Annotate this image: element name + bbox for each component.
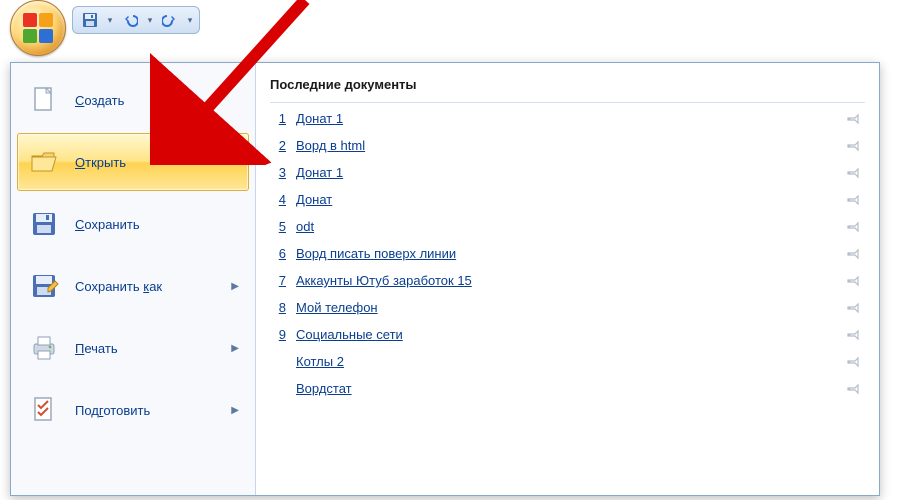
qat-customize-dropdown[interactable]: ▾ <box>185 15 195 26</box>
recent-doc-name: Ворд в html <box>296 138 835 153</box>
recent-doc-index: 2 <box>272 138 286 153</box>
save-disk-icon <box>27 207 61 241</box>
recent-doc-name: Донат 1 <box>296 165 835 180</box>
pushpin-icon[interactable] <box>845 166 863 180</box>
office-button[interactable] <box>10 0 66 56</box>
pushpin-icon[interactable] <box>845 382 863 396</box>
menu-item-save-disk[interactable]: Сохранить <box>17 195 249 253</box>
menu-item-label: Подготовить <box>75 403 217 418</box>
recent-doc-item[interactable]: 8 Мой телефон <box>270 294 865 321</box>
floppy-icon <box>82 12 98 28</box>
office-logo-icon <box>23 13 53 43</box>
recent-doc-item[interactable]: 3 Донат 1 <box>270 159 865 186</box>
pushpin-icon[interactable] <box>845 112 863 126</box>
recent-doc-item[interactable]: Вордстат <box>270 375 865 402</box>
pushpin-icon[interactable] <box>845 139 863 153</box>
menu-item-label: Сохранить как <box>75 279 217 294</box>
recent-doc-item[interactable]: 6 Ворд писать поверх линии <box>270 240 865 267</box>
recent-doc-name: odt <box>296 219 835 234</box>
undo-icon <box>122 12 138 28</box>
save-as-icon <box>27 269 61 303</box>
pushpin-icon[interactable] <box>845 220 863 234</box>
pushpin-icon[interactable] <box>845 301 863 315</box>
menu-item-save-as[interactable]: Сохранить как ▶ <box>17 257 249 315</box>
recent-doc-name: Донат 1 <box>296 111 835 126</box>
quick-access-toolbar: ▾ ▾ ▾ <box>72 6 200 34</box>
recent-documents-title: Последние документы <box>270 73 865 103</box>
recent-doc-item[interactable]: 9 Социальные сети <box>270 321 865 348</box>
recent-doc-item[interactable]: 5 odt <box>270 213 865 240</box>
redo-button[interactable] <box>157 8 183 32</box>
recent-doc-index: 3 <box>272 165 286 180</box>
recent-doc-index: 5 <box>272 219 286 234</box>
recent-doc-name: Мой телефон <box>296 300 835 315</box>
recent-documents-list: 1Донат 12Ворд в html3Донат 14Донат5odt6В… <box>270 105 865 489</box>
menu-item-label: Открыть <box>75 155 239 170</box>
office-menu-commands: СоздатьОткрытьСохранитьСохранить как▶Печ… <box>11 63 256 495</box>
menu-item-prepare[interactable]: Подготовить ▶ <box>17 381 249 439</box>
submenu-arrow-icon: ▶ <box>231 281 239 292</box>
recent-doc-item[interactable]: 2 Ворд в html <box>270 132 865 159</box>
recent-doc-item[interactable]: 4 Донат <box>270 186 865 213</box>
recent-doc-item[interactable]: 1 Донат 1 <box>270 105 865 132</box>
recent-doc-item[interactable]: Котлы 2 <box>270 348 865 375</box>
office-menu: СоздатьОткрытьСохранитьСохранить как▶Печ… <box>10 62 880 496</box>
menu-item-printer[interactable]: Печать ▶ <box>17 319 249 377</box>
submenu-arrow-icon: ▶ <box>231 343 239 354</box>
recent-doc-item[interactable]: 7 Аккаунты Ютуб заработок 15 <box>270 267 865 294</box>
recent-doc-name: Социальные сети <box>296 327 835 342</box>
recent-doc-index: 8 <box>272 300 286 315</box>
recent-doc-index: 6 <box>272 246 286 261</box>
new-doc-icon <box>27 83 61 117</box>
pushpin-icon[interactable] <box>845 274 863 288</box>
recent-doc-index: 9 <box>272 327 286 342</box>
menu-item-label: Сохранить <box>75 217 239 232</box>
recent-doc-name: Донат <box>296 192 835 207</box>
recent-doc-name: Вордстат <box>296 381 835 396</box>
menu-item-label: Создать <box>75 93 239 108</box>
recent-doc-index: 1 <box>272 111 286 126</box>
prepare-icon <box>27 393 61 427</box>
undo-button[interactable] <box>117 8 143 32</box>
recent-doc-name: Ворд писать поверх линии <box>296 246 835 261</box>
menu-item-open-folder[interactable]: Открыть <box>17 133 249 191</box>
pushpin-icon[interactable] <box>845 193 863 207</box>
printer-icon <box>27 331 61 365</box>
save-button[interactable] <box>77 8 103 32</box>
menu-item-new-doc[interactable]: Создать <box>17 71 249 129</box>
pushpin-icon[interactable] <box>845 247 863 261</box>
open-folder-icon <box>27 145 61 179</box>
recent-doc-index: 4 <box>272 192 286 207</box>
undo-dropdown[interactable]: ▾ <box>145 15 155 26</box>
save-dropdown[interactable]: ▾ <box>105 15 115 26</box>
redo-icon <box>162 12 178 28</box>
submenu-arrow-icon: ▶ <box>231 405 239 416</box>
recent-doc-index: 7 <box>272 273 286 288</box>
recent-doc-name: Котлы 2 <box>296 354 835 369</box>
menu-item-label: Печать <box>75 341 217 356</box>
pushpin-icon[interactable] <box>845 328 863 342</box>
pushpin-icon[interactable] <box>845 355 863 369</box>
recent-documents-panel: Последние документы 1 Донат 1 2 Ворд в html… <box>256 63 879 495</box>
recent-doc-name: Аккаунты Ютуб заработок 15 <box>296 273 835 288</box>
